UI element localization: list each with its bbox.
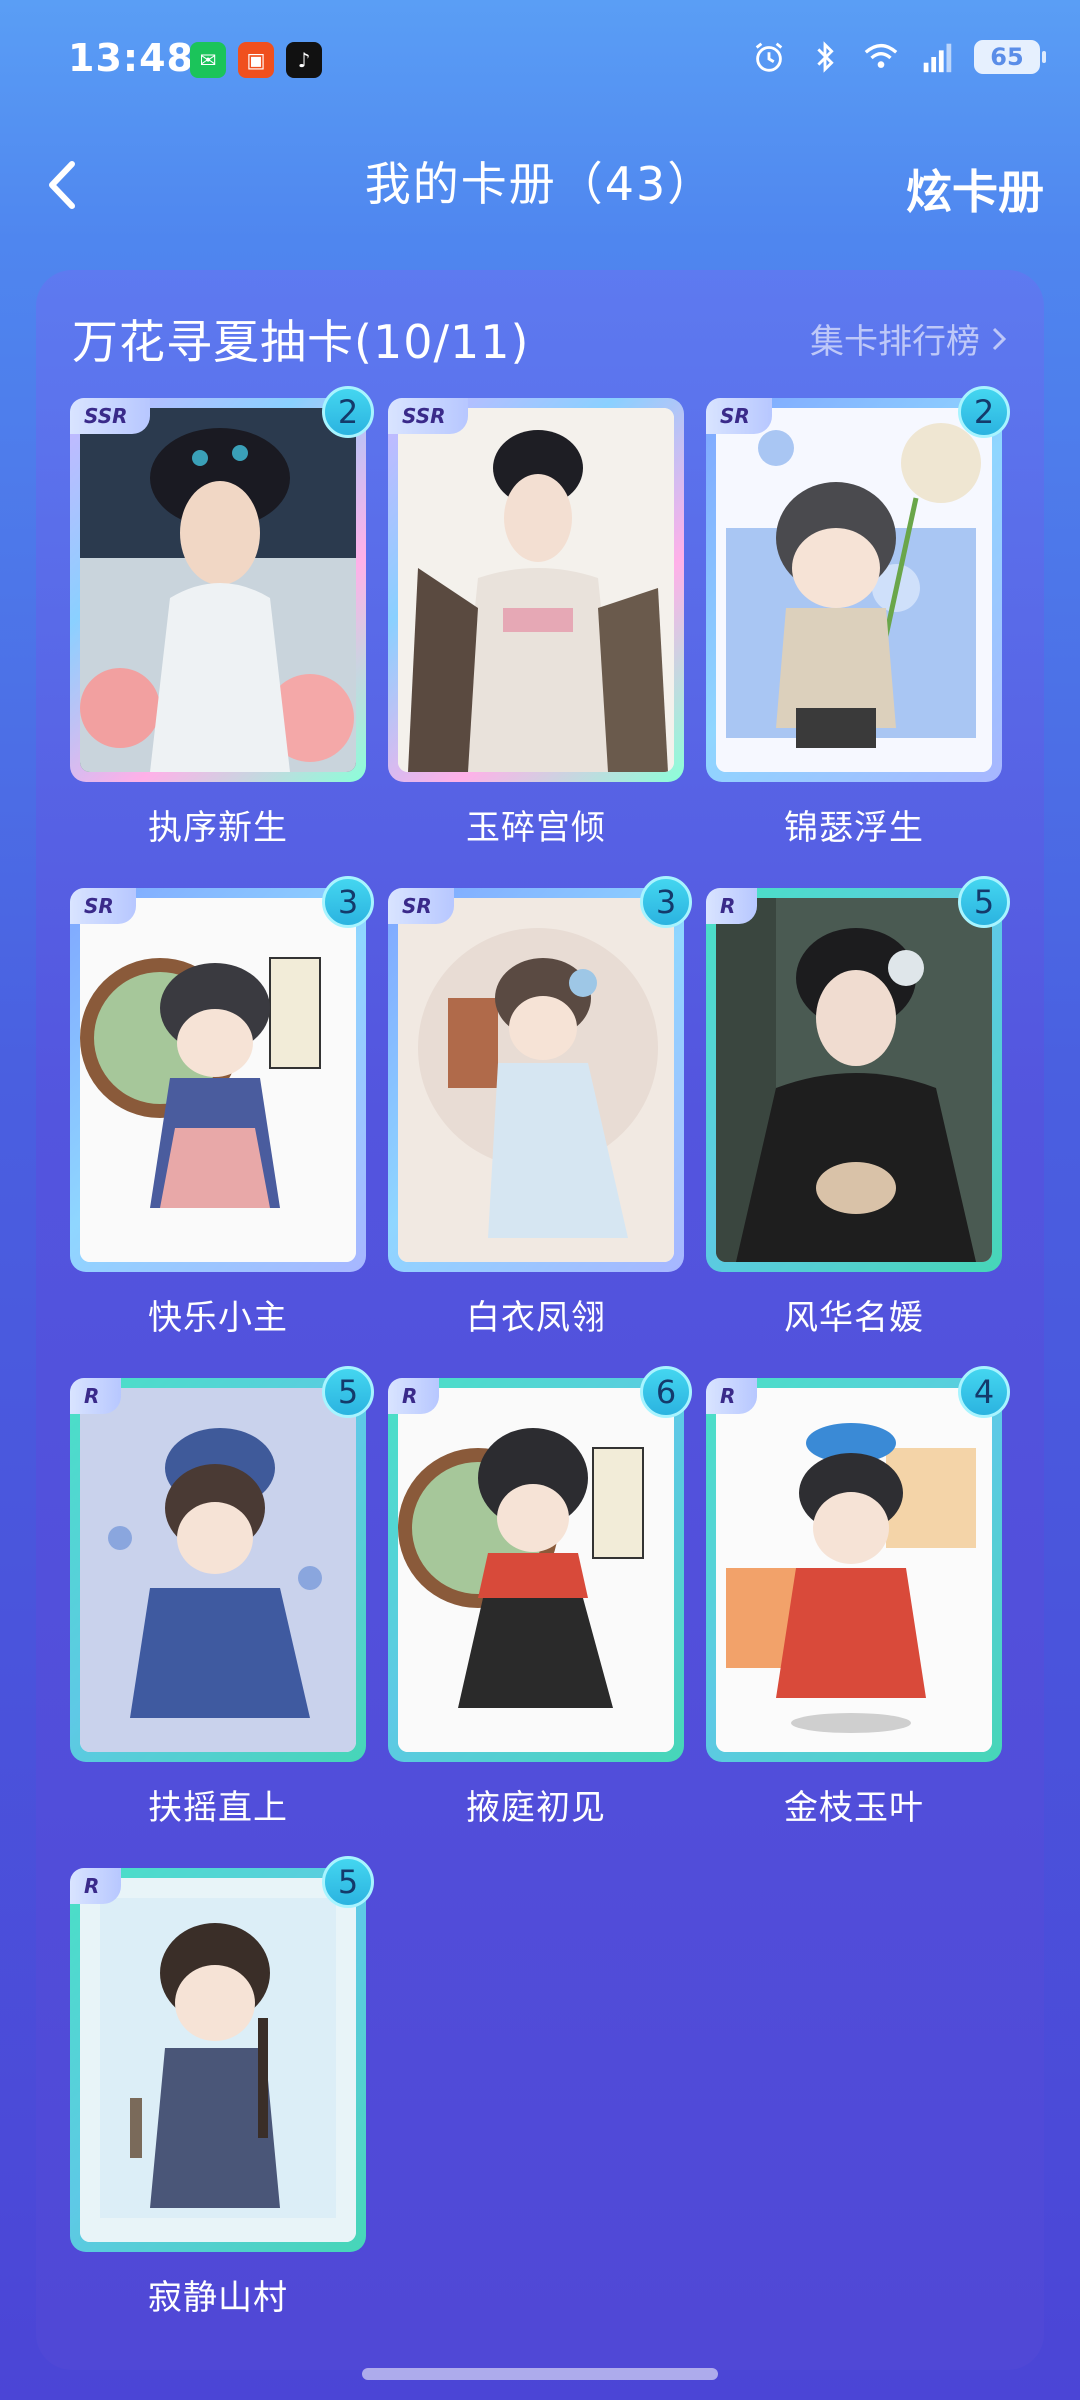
card-name: 快乐小主 [148, 1298, 288, 1338]
card-image [398, 1388, 674, 1752]
wechat-icon: ✉ [190, 42, 226, 78]
share-album-button[interactable]: 炫卡册 [906, 156, 1044, 222]
alarm-icon [755, 42, 783, 72]
card-item[interactable]: R 5 扶摇直上 [70, 1366, 374, 1828]
rarity-tag: SR [388, 888, 454, 924]
top-bar: 我的卡册（43） 炫卡册 [0, 130, 1080, 240]
card-image [716, 408, 992, 772]
ranking-link[interactable]: 集卡排行榜 [810, 314, 1010, 363]
count-badge: 2 [322, 386, 374, 438]
card-item[interactable]: R 5 风华名媛 [706, 876, 1010, 1338]
bluetooth-icon [817, 41, 834, 73]
card-image [398, 408, 674, 772]
rarity-tag: SSR [388, 398, 468, 434]
card-image [716, 1388, 992, 1752]
card-grid: SSR 2 执序新生 SSR 玉碎宫倾 SR 2 锦瑟浮生 SR 3 快乐小主 … [70, 386, 1010, 2318]
card-frame [388, 888, 684, 1272]
card-item[interactable]: R 4 金枝玉叶 [706, 1366, 1010, 1828]
rarity-tag: R [388, 1378, 440, 1414]
chevron-right-icon [992, 327, 1007, 350]
card-frame [706, 1378, 1002, 1762]
card-name: 锦瑟浮生 [784, 808, 924, 848]
battery-indicator: 65 [974, 40, 1046, 74]
card-name: 掖庭初见 [466, 1788, 606, 1828]
card-item[interactable]: R 6 掖庭初见 [388, 1366, 692, 1828]
card-image [716, 898, 992, 1262]
count-badge: 2 [958, 386, 1010, 438]
system-icons: 65 [750, 38, 1046, 76]
card-image [80, 408, 356, 772]
card-frame [388, 398, 684, 782]
card-name: 扶摇直上 [148, 1788, 288, 1828]
video-app-icon: ▣ [238, 42, 274, 78]
rarity-tag: R [70, 1868, 122, 1904]
card-image [80, 1878, 356, 2242]
card-frame [70, 398, 366, 782]
count-badge: 6 [640, 1366, 692, 1418]
card-image [398, 898, 674, 1262]
count-badge: 3 [322, 876, 374, 928]
card-item[interactable]: SR 2 锦瑟浮生 [706, 386, 1010, 848]
count-badge: 4 [958, 1366, 1010, 1418]
rarity-tag: R [706, 888, 758, 924]
card-image [80, 1388, 356, 1752]
card-item[interactable]: R 5 寂静山村 [70, 1856, 374, 2318]
card-item[interactable]: SSR 2 执序新生 [70, 386, 374, 848]
status-bar: 13:48 ✉ ▣ ♪ 65 [0, 0, 1080, 120]
card-name: 风华名媛 [784, 1298, 924, 1338]
card-album-panel: 万花寻夏抽卡(10/11) 集卡排行榜 SSR 2 执序新生 SSR 玉碎宫倾 … [36, 270, 1044, 2370]
rarity-tag: SSR [70, 398, 150, 434]
rarity-tag: SR [706, 398, 772, 434]
rarity-tag: R [70, 1378, 122, 1414]
rarity-tag: R [706, 1378, 758, 1414]
card-name: 执序新生 [148, 808, 288, 848]
card-frame [388, 1378, 684, 1762]
card-image [80, 898, 356, 1262]
card-frame [70, 1868, 366, 2252]
count-badge: 5 [322, 1366, 374, 1418]
status-time: 13:48 [68, 36, 194, 80]
card-name: 金枝玉叶 [784, 1788, 924, 1828]
notification-icons: ✉ ▣ ♪ [190, 42, 322, 78]
wifi-icon [864, 43, 898, 68]
card-item[interactable]: SSR 玉碎宫倾 [388, 398, 684, 848]
card-frame [706, 398, 1002, 782]
signal-icon [923, 43, 952, 73]
card-name: 玉碎宫倾 [466, 808, 606, 848]
ranking-link-label: 集卡排行榜 [810, 322, 980, 362]
card-frame [70, 1378, 366, 1762]
card-name: 寂静山村 [148, 2278, 288, 2318]
rarity-tag: SR [70, 888, 136, 924]
card-item[interactable]: SR 3 快乐小主 [70, 876, 374, 1338]
home-indicator[interactable] [362, 2368, 718, 2380]
count-badge: 5 [958, 876, 1010, 928]
card-frame [70, 888, 366, 1272]
card-frame [706, 888, 1002, 1272]
count-badge: 3 [640, 876, 692, 928]
album-title: 万花寻夏抽卡(10/11) [72, 315, 530, 369]
tiktok-icon: ♪ [286, 42, 322, 78]
count-badge: 5 [322, 1856, 374, 1908]
card-item[interactable]: SR 3 白衣凤翎 [388, 876, 692, 1338]
card-name: 白衣凤翎 [466, 1298, 606, 1338]
